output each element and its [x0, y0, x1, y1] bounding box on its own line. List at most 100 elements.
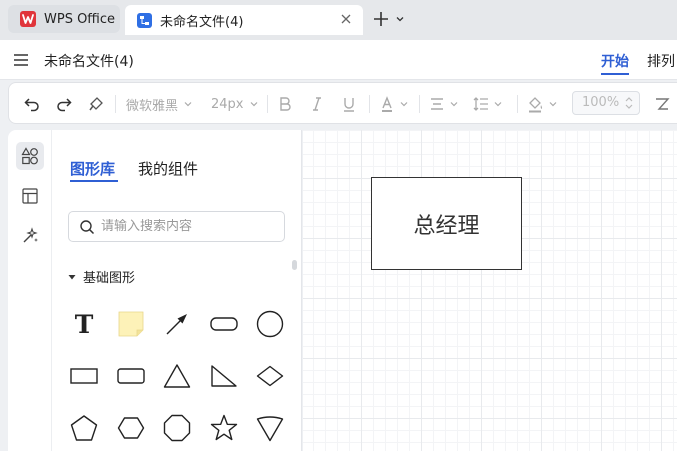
shape-pentagon[interactable]: [66, 410, 102, 446]
chevron-down-icon: [400, 102, 408, 107]
zoom-stepper-icon[interactable]: [624, 95, 634, 111]
bold-button[interactable]: [277, 94, 293, 114]
arrow-line-icon: [166, 314, 187, 335]
section-basic-shapes-label: 基础图形: [83, 271, 136, 286]
chevron-down-icon: [250, 102, 257, 107]
line-spacing-icon: [473, 97, 488, 111]
magic-wand-icon: [23, 227, 38, 243]
inverted-shield-icon: [256, 416, 284, 442]
drawing-canvas[interactable]: 总经理: [303, 130, 677, 451]
redo-button[interactable]: [55, 94, 73, 114]
main-menu-hamburger-icon[interactable]: [14, 54, 28, 66]
octagon-icon: [163, 414, 191, 442]
app-window: WPS Office 未命名文件(4) 未命名文件(4) 开始 排列 微软雅黑 …: [0, 0, 677, 451]
star-icon: [210, 414, 238, 441]
shape-triangle[interactable]: [159, 358, 195, 394]
tab-bar: WPS Office 未命名文件(4): [0, 0, 677, 40]
font-size-value: 24px: [211, 96, 244, 112]
text-align-button[interactable]: [429, 94, 459, 114]
toolbar-separator: [419, 95, 420, 113]
shape-circle[interactable]: [252, 306, 288, 342]
template-rail-button[interactable]: [16, 182, 44, 210]
chevron-down-icon: [450, 102, 458, 107]
tab-my-components[interactable]: 我的组件: [138, 158, 198, 179]
shape-diamond[interactable]: [252, 358, 288, 394]
shape-arrow[interactable]: [159, 306, 195, 342]
tab-document[interactable]: 未命名文件(4): [125, 5, 363, 35]
search-icon: [80, 219, 95, 234]
caret-down-icon: [68, 274, 76, 279]
shape-right-triangle[interactable]: [206, 358, 242, 394]
font-size-select[interactable]: 24px: [211, 94, 259, 114]
shape-hexagon[interactable]: [113, 410, 149, 446]
tab-wps-office[interactable]: WPS Office: [8, 5, 120, 33]
format-painter-icon: [89, 97, 103, 111]
toolbar-separator: [517, 95, 518, 113]
close-tab-icon[interactable]: [339, 12, 353, 26]
shape-soft-rect[interactable]: [113, 358, 149, 394]
tab-shape-library[interactable]: 图形库: [70, 158, 115, 179]
undo-button[interactable]: [23, 94, 41, 114]
active-tab-underline: [70, 180, 118, 182]
diagram-node[interactable]: 总经理: [371, 177, 522, 270]
shape-library-rail-button[interactable]: [16, 142, 44, 170]
format-painter-button[interactable]: [87, 94, 105, 114]
undo-icon: [24, 98, 39, 112]
section-basic-shapes-header[interactable]: 基础图形: [68, 267, 135, 286]
chevron-down-icon: [184, 102, 192, 107]
left-icon-rail: [8, 130, 52, 451]
flowchart-doc-icon: [137, 12, 152, 28]
font-color-icon: [382, 96, 392, 112]
shape-rounded-rect[interactable]: [206, 306, 242, 342]
tab-wps-label: WPS Office: [44, 11, 116, 27]
search-input[interactable]: [101, 219, 271, 234]
toolbar-separator: [267, 95, 268, 113]
chevron-down-icon: [494, 102, 502, 107]
zoom-value: 100%: [582, 95, 620, 110]
diamond-icon: [256, 365, 284, 387]
toolbar-area: 微软雅黑 24px 100%: [0, 80, 677, 128]
new-tab-plus-icon[interactable]: [372, 10, 390, 28]
circle-icon: [256, 310, 284, 338]
shape-shield[interactable]: [252, 410, 288, 446]
shape-rectangle[interactable]: [66, 358, 102, 394]
soft-rectangle-icon: [117, 368, 145, 384]
shape-star[interactable]: [206, 410, 242, 446]
shapes-icon: [21, 147, 38, 165]
redo-icon: [57, 98, 72, 112]
shape-library-panel: 图形库 我的组件 基础图形 T: [52, 130, 302, 451]
layout-template-icon: [22, 188, 38, 204]
tab-document-label: 未命名文件(4): [160, 14, 244, 30]
panel-scrollbar[interactable]: [292, 260, 297, 270]
ai-magic-rail-button[interactable]: [16, 222, 44, 250]
clear-format-button[interactable]: [654, 94, 670, 114]
shape-note[interactable]: [113, 306, 149, 342]
fill-color-button[interactable]: [527, 94, 558, 114]
diagram-node-label: 总经理: [413, 213, 480, 239]
menu-bar: 未命名文件(4) 开始 排列: [0, 40, 677, 80]
document-title[interactable]: 未命名文件(4): [44, 51, 134, 71]
zoom-input[interactable]: 100%: [572, 91, 640, 115]
menu-tab-arrange[interactable]: 排列: [647, 51, 675, 71]
active-menu-underline: [601, 73, 629, 75]
underline-button[interactable]: [341, 94, 357, 114]
underline-icon: [344, 98, 354, 112]
right-triangle-icon: [211, 365, 237, 387]
formatting-toolbar: 微软雅黑 24px 100%: [8, 82, 677, 124]
italic-button[interactable]: [309, 94, 325, 114]
triangle-icon: [163, 364, 191, 388]
rectangle-icon: [70, 368, 98, 384]
tab-list-chevron-down-icon[interactable]: [395, 14, 405, 24]
wps-logo-icon: [20, 11, 36, 27]
line-spacing-button[interactable]: [473, 94, 503, 114]
pentagon-icon: [70, 415, 98, 441]
font-color-button[interactable]: [379, 94, 409, 114]
align-center-icon: [431, 98, 443, 110]
shape-octagon[interactable]: [159, 410, 195, 446]
sticky-note-icon: [118, 311, 144, 337]
shape-search-box[interactable]: [68, 211, 285, 242]
rounded-rectangle-icon: [210, 317, 238, 331]
menu-tab-start[interactable]: 开始: [601, 51, 629, 71]
shape-text[interactable]: T: [66, 306, 102, 342]
font-family-select[interactable]: 微软雅黑: [126, 94, 193, 114]
